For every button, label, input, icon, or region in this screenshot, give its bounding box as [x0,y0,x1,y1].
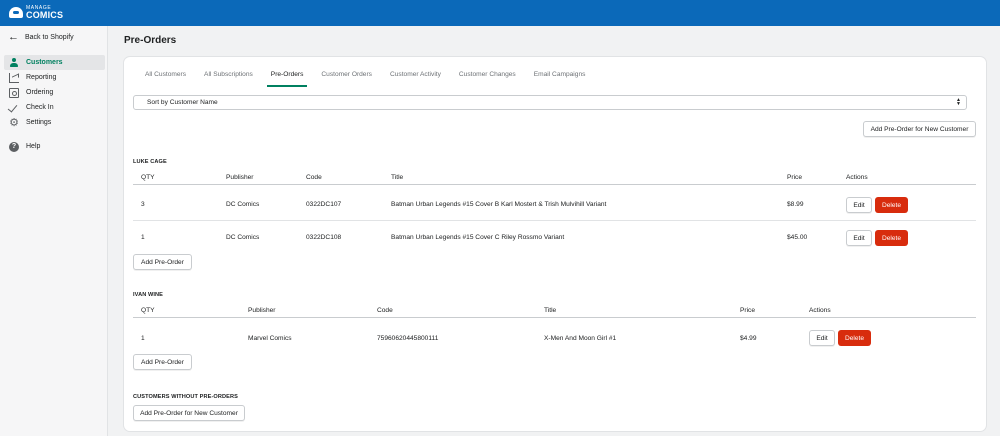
edit-button[interactable]: Edit [846,230,872,246]
user-icon [9,57,19,68]
cell-qty: 1 [141,334,145,342]
tab-all-subscriptions[interactable]: All Subscriptions [204,66,253,87]
sidebar-item-settings[interactable]: ⚙ Settings [4,115,105,130]
col-code: Code [306,174,322,181]
sort-select[interactable]: Sort by Customer Name ▲ ▼ [133,95,967,110]
sidebar-item-label: Check In [26,104,54,111]
top-bar: MANAGE COMICS [0,0,1000,26]
edit-button[interactable]: Edit [846,197,872,213]
page-title: Pre-Orders [124,35,177,46]
logo-mark-icon [9,6,23,18]
col-title: Title [391,174,404,181]
tab-pre-orders[interactable]: Pre-Orders [266,66,307,87]
cell-price: $45.00 [787,233,808,241]
col-actions: Actions [809,307,831,314]
table-header: QTY Publisher Code Title Price Actions [133,304,976,318]
add-pre-order-new-customer-button[interactable]: Add Pre-Order for New Customer [863,121,976,137]
add-pre-order-new-customer-button[interactable]: Add Pre-Order for New Customer [133,405,245,421]
tab-customer-changes[interactable]: Customer Changes [459,66,516,87]
sidebar-item-label: Ordering [26,89,54,96]
logo-line-2: COMICS [26,10,64,20]
back-to-shopify-link[interactable]: ← Back to Shopify [8,31,74,43]
cell-code: 0322DC107 [306,201,342,208]
sidebar-item-label: Customers [26,59,63,66]
sidebar-item-label: Help [26,143,41,150]
sort-select-value: Sort by Customer Name [147,99,218,106]
col-price: Price [740,307,756,314]
col-publisher: Publisher [248,307,276,314]
sidebar-item-check-in[interactable]: Check In [4,100,105,115]
sidebar-nav: Customers Reporting Ordering Check In ⚙ … [4,55,105,154]
col-code: Code [377,307,393,314]
cell-price: $8.99 [787,201,804,208]
sidebar-item-ordering[interactable]: Ordering [4,85,105,100]
add-pre-order-button[interactable]: Add Pre-Order [133,354,192,370]
sidebar: ← Back to Shopify Customers Reporting Or… [0,26,108,436]
table-row: 3 DC Comics 0322DC107 Batman Urban Legen… [133,189,976,221]
col-publisher: Publisher [226,174,254,181]
checkmark-icon [9,103,19,113]
delete-button[interactable]: Delete [838,330,871,346]
edit-button[interactable]: Edit [809,330,835,346]
sidebar-item-label: Reporting [26,74,57,81]
tab-customer-activity[interactable]: Customer Activity [390,66,441,87]
customer-name: LUKE CAGE [133,159,167,165]
back-label: Back to Shopify [25,34,74,41]
cell-publisher: DC Comics [226,201,260,208]
arrow-left-icon: ← [8,31,19,43]
cell-title: Batman Urban Legends #15 Cover C Riley R… [391,233,565,241]
tab-customer-orders[interactable]: Customer Orders [321,66,372,87]
gear-icon: ⚙ [9,116,19,129]
customer-name: IVAN WINE [133,292,164,298]
tab-bar: All Customers All Subscriptions Pre-Orde… [137,66,585,87]
cell-publisher: DC Comics [226,233,260,241]
help-icon: ? [9,141,19,152]
table-row: 1 Marvel Comics 75960620445800111 X-Men … [133,322,976,354]
sidebar-item-label: Settings [26,119,52,126]
col-title: Title [544,307,557,314]
cell-code: 75960620445800111 [377,334,439,342]
delete-button[interactable]: Delete [875,230,908,246]
cell-code: 0322DC108 [306,233,342,241]
sidebar-item-reporting[interactable]: Reporting [4,70,105,85]
cell-qty: 1 [141,233,145,241]
table-row: 1 DC Comics 0322DC108 Batman Urban Legen… [133,221,976,253]
col-qty: QTY [141,307,155,314]
cell-publisher: Marvel Comics [248,334,292,342]
logo-text: MANAGE COMICS [26,5,64,20]
cell-price: $4.99 [740,334,757,342]
pre-orders-card: All Customers All Subscriptions Pre-Orde… [124,57,986,431]
sidebar-item-customers[interactable]: Customers [4,55,105,70]
cell-qty: 3 [141,201,145,208]
cell-title: Batman Urban Legends #15 Cover B Karl Mo… [391,201,607,208]
app-logo[interactable]: MANAGE COMICS [9,5,64,20]
col-actions: Actions [846,174,868,181]
col-price: Price [787,174,803,181]
cell-title: X-Men And Moon Girl #1 [544,334,617,342]
customers-without-pre-orders-title: CUSTOMERS WITHOUT PRE-ORDERS [133,394,238,400]
select-caret-icon: ▲ ▼ [956,97,961,107]
delete-button[interactable]: Delete [875,197,908,213]
tab-email-campaigns[interactable]: Email Campaigns [534,66,586,87]
sidebar-item-help[interactable]: ? Help [4,139,105,154]
table-header: QTY Publisher Code Title Price Actions [133,171,976,185]
clipboard-icon [9,87,19,98]
tab-all-customers[interactable]: All Customers [145,66,186,87]
col-qty: QTY [141,174,155,181]
add-pre-order-button[interactable]: Add Pre-Order [133,254,192,270]
chart-icon [9,72,19,83]
